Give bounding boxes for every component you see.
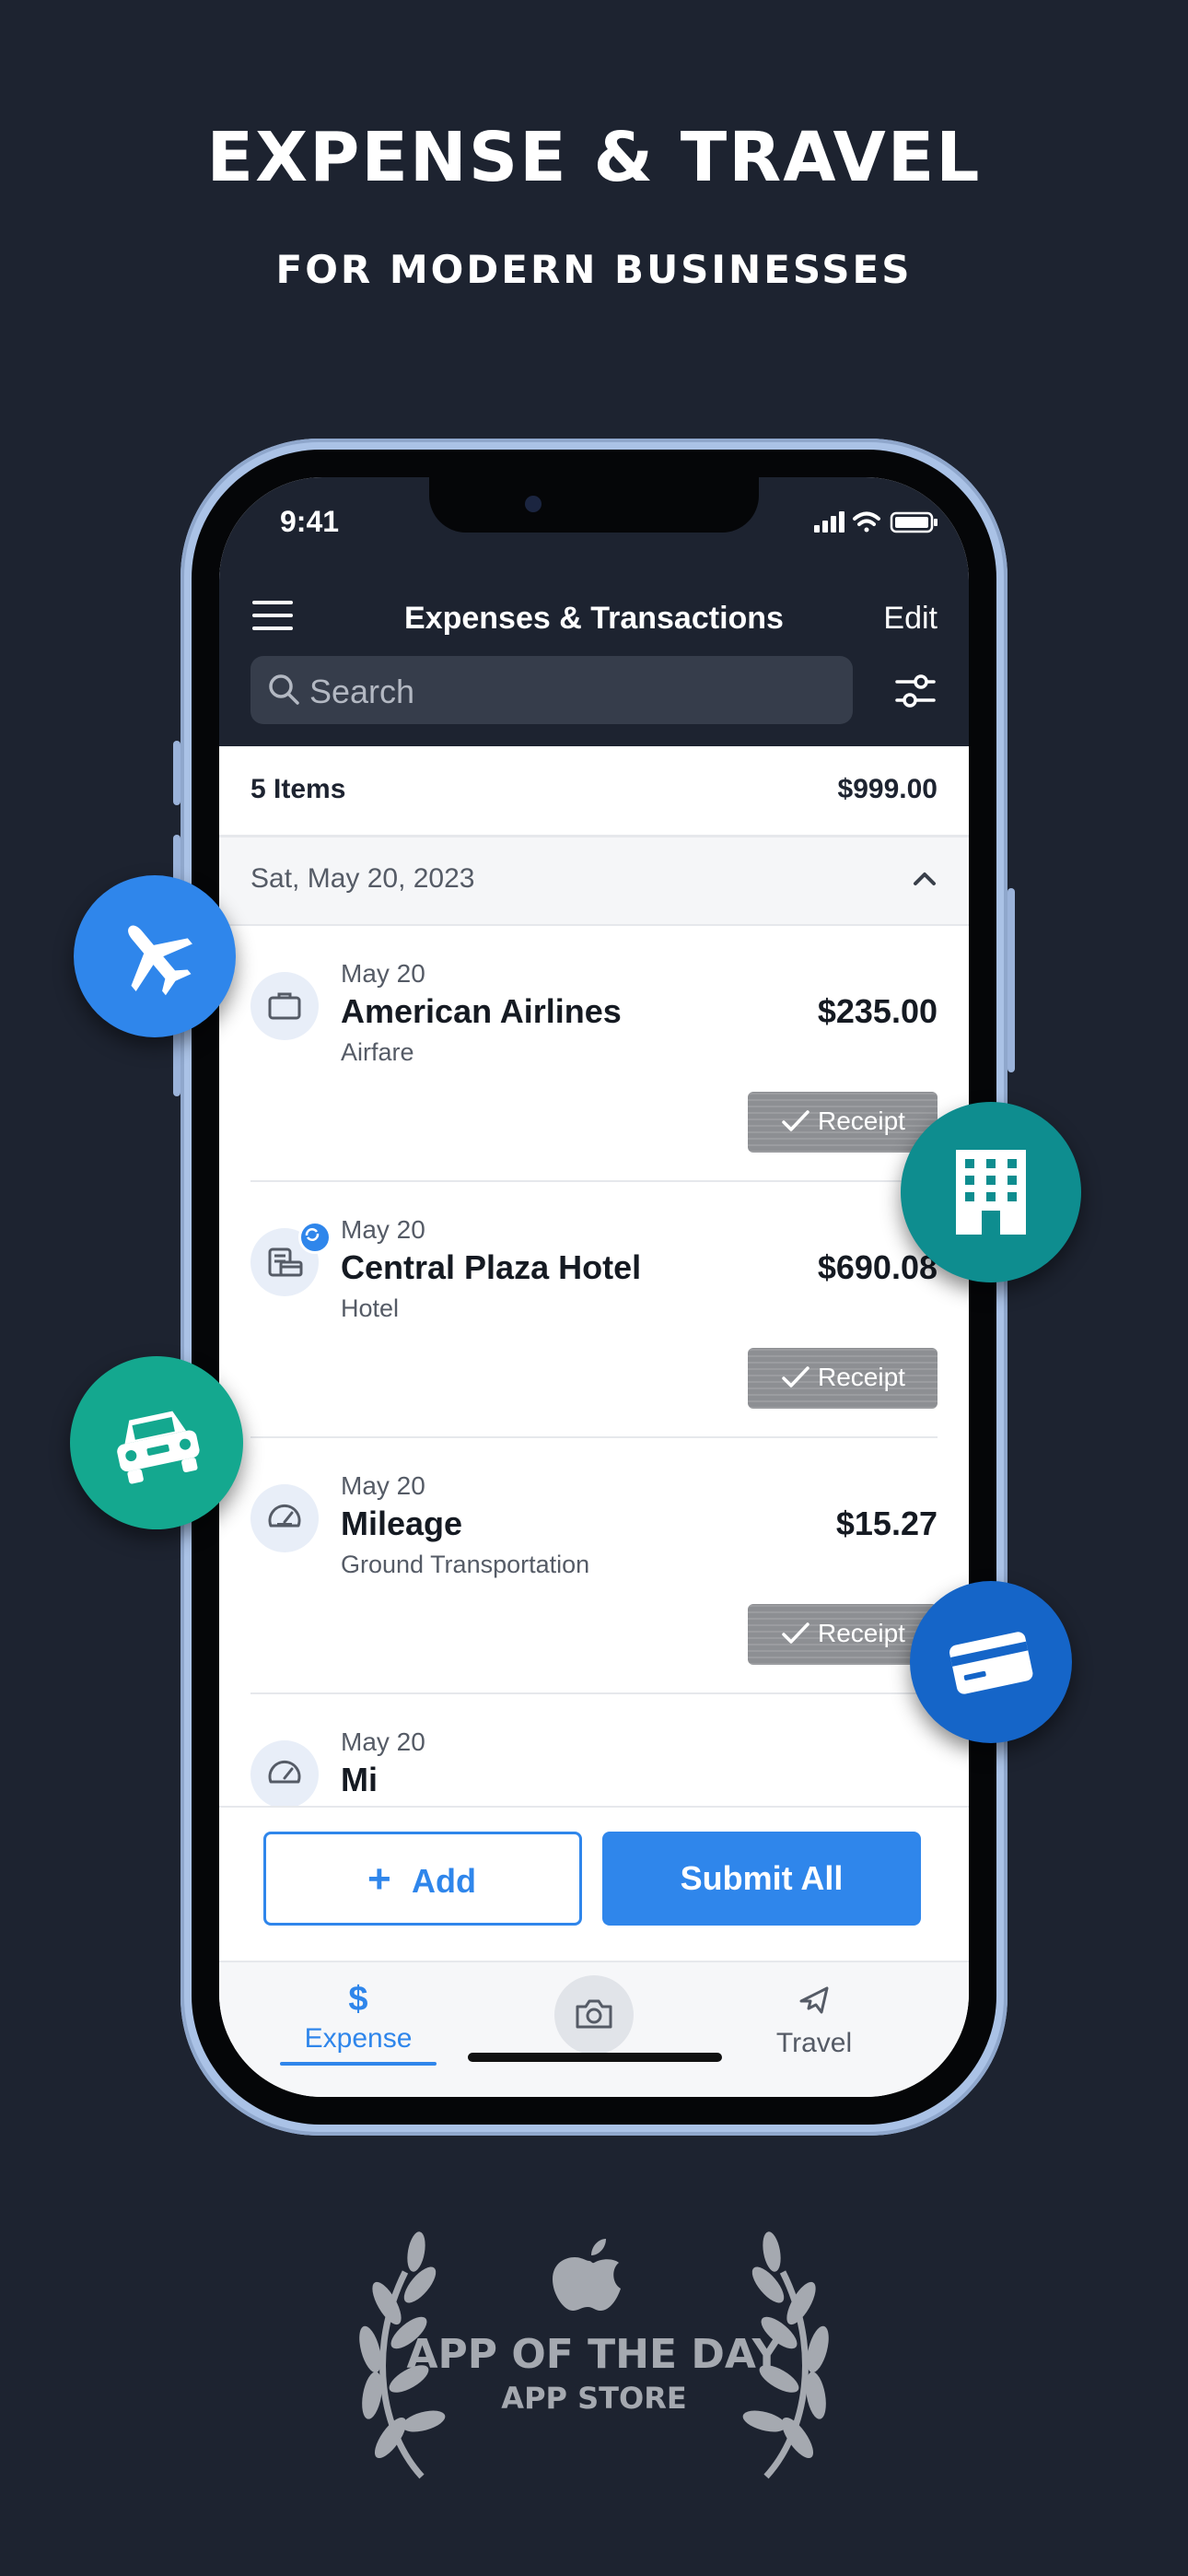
- briefcase-icon: [268, 992, 301, 1020]
- search-icon: [269, 674, 299, 705]
- phone-screen: 9:41 Expenses & Transactions Edit Search…: [219, 477, 969, 2097]
- item-icon-circle: [250, 1221, 332, 1296]
- car-icon: [117, 1411, 200, 1484]
- item-date: May 20: [341, 1727, 425, 1756]
- item-icon-circle: [250, 1484, 319, 1552]
- item-category: Hotel: [341, 1294, 400, 1322]
- subheadline: FOR MODERN BUSINESSES: [275, 247, 913, 292]
- summary-row: 5 Items $999.00: [219, 746, 969, 837]
- wifi-icon: [853, 511, 880, 533]
- plus-icon: +: [367, 1856, 391, 1902]
- section-date: Sat, May 20, 2023: [250, 863, 475, 894]
- building-icon: [956, 1150, 1026, 1235]
- tab-bar: $ Expense Travel: [219, 1961, 969, 2097]
- status-time: 9:41: [280, 505, 340, 538]
- item-date: May 20: [341, 1471, 425, 1500]
- credit-card-badge: [910, 1581, 1072, 1743]
- list-item[interactable]: May 20 Mi: [219, 1694, 969, 1806]
- airplane-icon: [799, 1986, 829, 2014]
- filter-icon[interactable]: [893, 669, 938, 713]
- tab-expense-label: Expense: [304, 2023, 413, 2054]
- card-reader-icon: [268, 1247, 303, 1277]
- apple-logo-icon: [553, 2239, 621, 2311]
- item-category: Ground Transportation: [341, 1551, 590, 1578]
- add-button[interactable]: + Add: [263, 1832, 582, 1926]
- dollar-icon: $: [348, 1980, 368, 2019]
- list-item[interactable]: May 20 Central Plaza Hotel Hotel $690.08…: [219, 1182, 969, 1438]
- speedometer-icon: [268, 1505, 301, 1528]
- receipt-thumbnail[interactable]: Receipt: [748, 1604, 938, 1665]
- headline: EXPENSE & TRAVEL: [206, 118, 982, 197]
- checkmark-icon: [782, 1622, 809, 1644]
- battery-icon: [890, 511, 938, 533]
- award-title: APP OF THE DAY: [406, 2331, 782, 2378]
- power-button: [1007, 888, 1015, 1072]
- list-item[interactable]: May 20 Mileage Ground Transportation $15…: [219, 1438, 969, 1694]
- receipt-label: Receipt: [818, 1107, 905, 1135]
- checkmark-icon: [782, 1366, 809, 1388]
- item-title: American Airlines: [341, 992, 622, 1030]
- airplane-badge: [74, 875, 236, 1037]
- front-camera: [525, 496, 542, 512]
- item-amount: $15.27: [835, 1505, 938, 1542]
- home-indicator: [468, 2053, 722, 2062]
- submit-all-button[interactable]: Submit All: [602, 1832, 921, 1926]
- status-icons: [814, 510, 939, 539]
- tab-expense[interactable]: $ Expense: [280, 1981, 437, 2064]
- active-tab-indicator: [280, 2062, 437, 2066]
- airplane-icon: [128, 925, 192, 996]
- item-icon-circle: [250, 972, 319, 1040]
- checkmark-icon: [782, 1110, 809, 1131]
- phone-frame: 9:41 Expenses & Transactions Edit Search…: [173, 439, 1015, 2136]
- list-item[interactable]: May 20 American Airlines Airfare $235.00…: [219, 926, 969, 1182]
- receipt-label: Receipt: [818, 1619, 905, 1647]
- receipt-label: Receipt: [818, 1363, 905, 1391]
- add-label: Add: [412, 1862, 476, 1900]
- award-subtitle: APP STORE: [501, 2381, 687, 2416]
- camera-button[interactable]: [554, 1975, 634, 2055]
- submit-all-label: Submit All: [680, 1859, 844, 1897]
- item-count: 5 Items: [250, 774, 346, 804]
- edit-button[interactable]: Edit: [883, 601, 938, 637]
- credit-card-icon: [949, 1632, 1033, 1694]
- sync-badge-icon: [298, 1221, 332, 1254]
- building-badge: [901, 1102, 1081, 1282]
- action-bar: + Add Submit All: [219, 1806, 969, 1962]
- total-amount: $999.00: [837, 774, 938, 804]
- tab-travel[interactable]: Travel: [740, 1981, 888, 2064]
- nav-title: Expenses & Transactions: [404, 601, 784, 636]
- chevron-up-icon[interactable]: [912, 869, 938, 887]
- receipt-thumbnail[interactable]: Receipt: [748, 1348, 938, 1409]
- receipt-thumbnail[interactable]: Receipt: [748, 1092, 938, 1153]
- item-date: May 20: [341, 959, 425, 988]
- item-title: Mi: [341, 1761, 378, 1798]
- notch: [429, 477, 759, 533]
- search-input[interactable]: Search: [250, 656, 853, 724]
- date-section-header[interactable]: Sat, May 20, 2023: [219, 837, 969, 926]
- speedometer-icon: [268, 1761, 301, 1784]
- item-date: May 20: [341, 1215, 425, 1244]
- item-amount: $235.00: [817, 992, 938, 1030]
- mute-switch: [173, 741, 181, 805]
- search-placeholder: Search: [309, 673, 415, 710]
- signal-icon: [814, 511, 844, 533]
- car-badge: [70, 1356, 243, 1529]
- tab-travel-label: Travel: [775, 2028, 853, 2058]
- item-amount: $690.08: [817, 1248, 938, 1286]
- item-title: Mileage: [341, 1505, 463, 1542]
- item-icon-circle: [250, 1740, 319, 1806]
- item-category: Airfare: [341, 1038, 414, 1066]
- camera-icon: [576, 1999, 612, 2029]
- item-title: Central Plaza Hotel: [341, 1248, 642, 1286]
